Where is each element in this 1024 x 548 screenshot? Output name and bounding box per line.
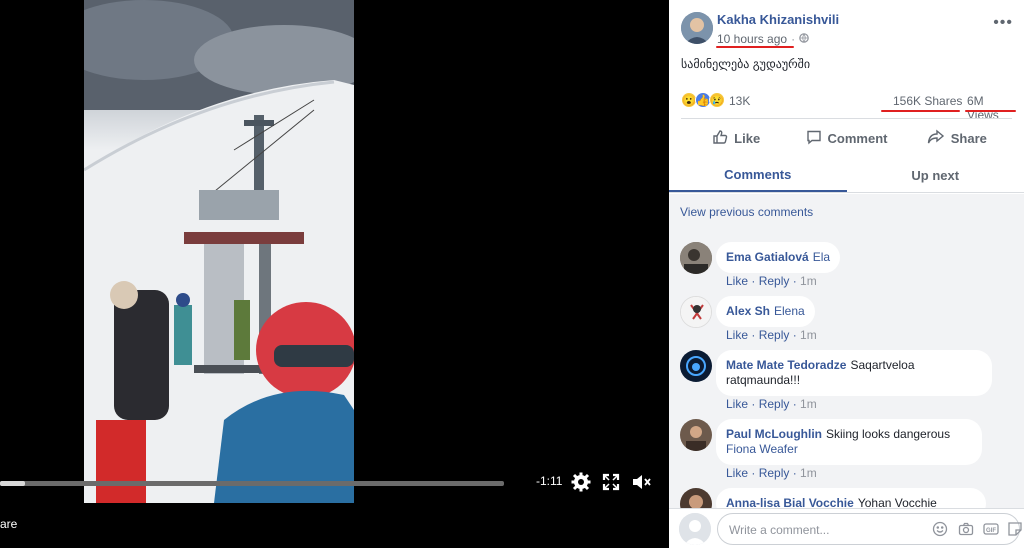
share-count[interactable]: 156K Shares [893,94,962,108]
video-time-remaining: -1:11 [536,474,563,488]
comment-bubble: Ema Gatialová Ela [716,242,841,273]
divider [681,118,1012,119]
commenter-name[interactable]: Paul McLoughlin [726,427,822,441]
reactions-bar: 😮 👍 😢 13K 156K Shares 6M Views [681,92,1016,122]
comment-label: Comment [827,130,888,146]
comment-text: Yohan Vocchie [857,496,937,508]
comment-composer: Write a comment... GIF [669,508,1024,548]
globe-icon [799,32,809,46]
comment-item: Anna-lisa Bial Vocchie Yohan Vocchie [680,488,1010,508]
facebook-video-viewer: -1:11 are Kakha Khizanishvili 10 hours a… [0,0,1024,548]
author-avatar[interactable] [681,12,713,44]
comment-like-link[interactable]: Like [726,466,748,480]
shares-annotation-underline [881,110,960,112]
settings-gear-icon[interactable] [571,472,591,492]
comment-like-link[interactable]: Like [726,397,748,411]
comment-like-link[interactable]: Like [726,328,748,342]
timestamp-annotation-underline [716,46,794,48]
current-user-avatar [679,513,711,545]
author-name[interactable]: Kakha Khizanishvili [717,12,839,27]
comment-text: Skiing looks dangerous [826,427,951,441]
mute-speaker-icon[interactable] [631,472,651,492]
share-arrow-icon [927,129,945,148]
comment-item: Alex Sh Elena Like · Reply · 1m [680,296,1010,342]
comment-bubble: Mate Mate Tedoradze Saqartveloa ratqmaund… [716,350,992,396]
like-label: Like [734,130,761,146]
comment-actions: Like · Reply · 1m [726,274,817,288]
comment-reply-link[interactable]: Reply [759,274,790,288]
sticker-icon[interactable] [1007,521,1023,537]
gif-icon[interactable]: GIF [983,521,999,537]
thumbs-up-icon [712,129,728,148]
comment-item: Paul McLoughlin Skiing looks dangerous Fi… [680,419,1010,481]
comment-time[interactable]: 1m [800,328,817,342]
commenter-name[interactable]: Mate Mate Tedoradze [726,358,846,372]
commenter-name[interactable]: Alex Sh [726,304,770,318]
ski-lift-scene [84,0,354,503]
comment-bubble-icon [806,129,822,148]
commenter-name[interactable]: Ema Gatialová [726,250,809,264]
fullscreen-icon[interactable] [601,472,621,492]
comment-like-link[interactable]: Like [726,274,748,288]
comments-list: View previous comments Ema Gatialová Ela … [669,194,1024,508]
reaction-icons[interactable]: 😮 👍 😢 [681,92,725,108]
video-progress-fill [0,481,26,486]
comment-actions: Like · Reply · 1m [726,328,817,342]
comment-reply-link[interactable]: Reply [759,397,790,411]
tagged-user[interactable]: Fiona Weafer [726,442,798,456]
post-meta: 10 hours ago · [717,32,809,46]
comment-bubble: Anna-lisa Bial Vocchie Yohan Vocchie [716,488,986,508]
share-label: Share [950,130,987,146]
comment-actions: Like · Reply · 1m [726,466,817,480]
comment-item: Ema Gatialová Ela Like · Reply · 1m [680,242,1010,288]
sad-reaction-icon: 😢 [709,92,725,108]
tab-comments[interactable]: Comments [669,158,847,192]
share-label-fragment[interactable]: are [0,517,17,531]
commenter-avatar[interactable] [680,488,712,508]
comment-item: Mate Mate Tedoradze Saqartveloa ratqmaund… [680,350,1010,412]
comment-bubble: Alex Sh Elena [716,296,815,327]
video-progress-bar[interactable] [0,481,504,486]
panel-tabs: Comments Up next [669,158,1024,193]
commenter-avatar[interactable] [680,296,712,328]
comment-input[interactable]: Write a comment... GIF [717,513,1023,545]
svg-text:GIF: GIF [986,528,996,534]
reaction-count[interactable]: 13K [729,94,750,108]
comment-time[interactable]: 1m [800,274,817,288]
meta-separator: · [791,32,796,46]
emoji-icon[interactable] [932,521,948,537]
more-options-icon[interactable]: ••• [993,14,1013,32]
like-button[interactable]: Like [681,123,791,153]
commenter-avatar[interactable] [680,419,712,451]
view-previous-comments-link[interactable]: View previous comments [680,205,813,219]
post-text: სამინელება გუდაურში [681,57,811,71]
commenter-avatar[interactable] [680,242,712,274]
comment-reply-link[interactable]: Reply [759,466,790,480]
comment-button[interactable]: Comment [791,123,901,153]
comment-reply-link[interactable]: Reply [759,328,790,342]
comment-bubble: Paul McLoughlin Skiing looks dangerous Fi… [716,419,982,465]
commenter-avatar[interactable] [680,350,712,382]
camera-icon[interactable] [958,521,974,537]
video-frame[interactable] [84,0,354,503]
comment-time[interactable]: 1m [800,397,817,411]
views-annotation-underline [965,110,1016,112]
tagged-user[interactable]: Elena [774,304,805,318]
comment-actions: Like · Reply · 1m [726,397,817,411]
tagged-user[interactable]: Ela [813,250,830,264]
video-controls: -1:11 [0,466,669,500]
commenter-name[interactable]: Anna-lisa Bial Vocchie [726,496,854,508]
video-player[interactable]: -1:11 are [0,0,669,548]
post-actions: Like Comment Share [681,123,1012,153]
share-button[interactable]: Share [902,123,1012,153]
comment-time[interactable]: 1m [800,466,817,480]
post-timestamp[interactable]: 10 hours ago [717,32,787,46]
comment-input-placeholder: Write a comment... [729,523,830,537]
tab-up-next[interactable]: Up next [847,158,1024,192]
post-side-panel: Kakha Khizanishvili 10 hours ago · ••• ს… [669,0,1024,548]
